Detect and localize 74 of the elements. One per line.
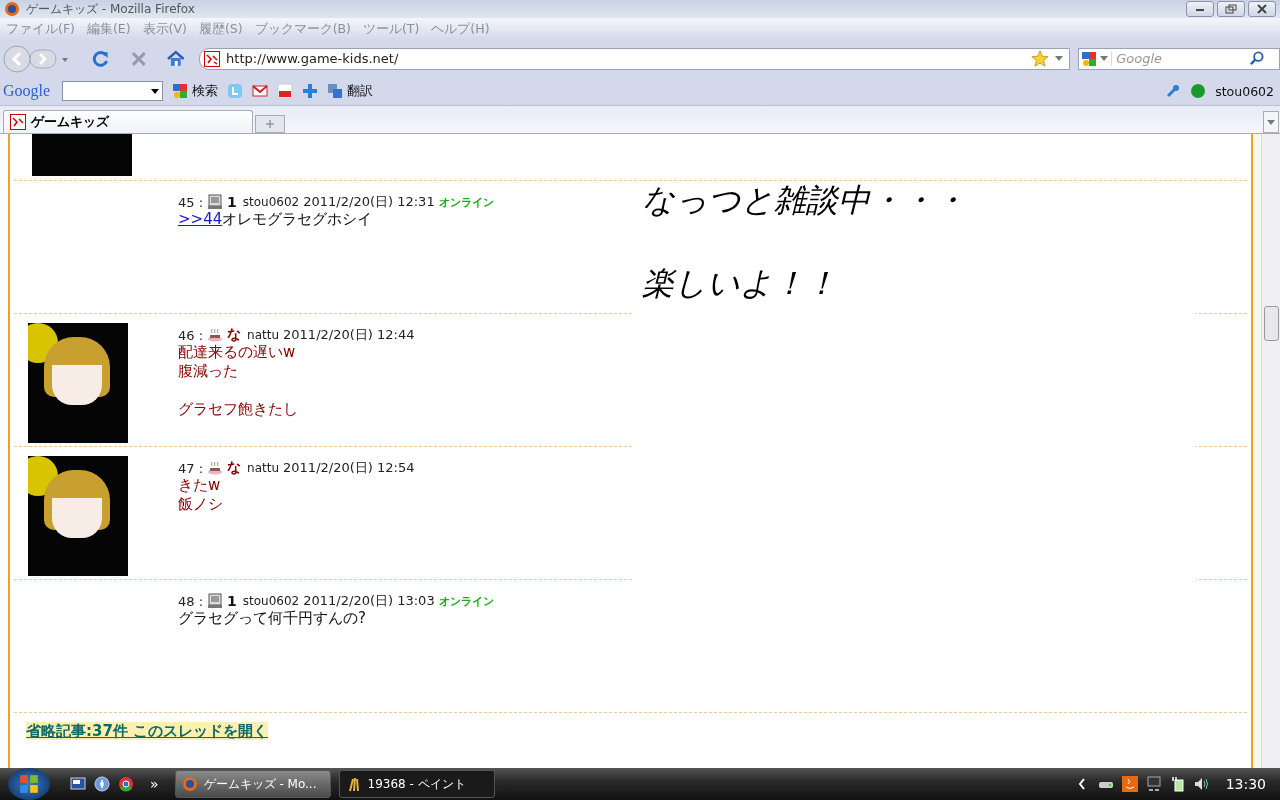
google-logo: Google xyxy=(3,82,51,100)
site-icon xyxy=(10,114,26,130)
computer-icon xyxy=(207,593,224,609)
power-plug-icon[interactable] xyxy=(1169,776,1186,792)
user-name: stou0602 xyxy=(242,594,300,608)
plus-icon[interactable] xyxy=(302,83,319,99)
speaker-icon[interactable] xyxy=(1193,776,1210,792)
user-rank: 1 xyxy=(227,194,237,210)
minimize-button[interactable] xyxy=(1186,1,1214,17)
user-rank: な xyxy=(227,459,242,477)
post-date: 2011/2/20(日) 13:03 xyxy=(303,592,435,610)
online-status: オンライン xyxy=(438,593,494,609)
user-rank: 1 xyxy=(227,593,237,609)
post-message: 配達来るの遅いw 腹減った xyxy=(178,343,297,381)
wrench-icon[interactable] xyxy=(1165,83,1182,99)
post-number: 47 : xyxy=(178,460,204,476)
open-thread-link[interactable]: 省略記事:37件 このスレッドを開く xyxy=(26,722,269,740)
toolbar-search-field[interactable] xyxy=(62,81,164,101)
post-message: きたw 飯ノシ xyxy=(178,476,224,514)
status-dot-icon xyxy=(1190,83,1207,99)
user-name: nattu xyxy=(247,328,280,342)
start-button[interactable] xyxy=(8,768,50,800)
post-date: 2011/2/20(日) 12:44 xyxy=(283,326,415,344)
dropdown-icon[interactable] xyxy=(151,88,160,94)
compass-icon[interactable] xyxy=(94,776,110,792)
restore-button[interactable] xyxy=(1217,1,1245,17)
account-name[interactable]: stou0602 xyxy=(1215,83,1274,99)
computer-icon xyxy=(207,194,224,210)
taskbar-button[interactable]: ゲームキッズ - Mo... xyxy=(174,770,331,798)
user-name: stou0602 xyxy=(242,195,300,209)
clock: 13:30 xyxy=(1225,776,1266,792)
post-date: 2011/2/20(日) 12:31 xyxy=(303,193,435,211)
site-icon xyxy=(204,50,221,67)
overflow-chevron[interactable]: » xyxy=(150,776,159,792)
reload-icon[interactable] xyxy=(91,48,111,69)
post-message: >>44オレモグラセグホシイ xyxy=(178,210,374,229)
taskbar-button[interactable]: 19368 - ペイント xyxy=(338,770,495,798)
post-message: グラセフ飽きたし xyxy=(178,400,299,419)
mail-icon[interactable] xyxy=(252,83,269,99)
search-box[interactable]: Google xyxy=(1078,47,1280,70)
plus-icon xyxy=(266,120,274,128)
translate-button[interactable]: 翻訳 xyxy=(327,82,374,100)
search-icon[interactable] xyxy=(1249,51,1265,66)
overlay-text: なっつと雑談中・・・ xyxy=(642,182,967,218)
translate-icon xyxy=(327,83,344,99)
post-number: 48 : xyxy=(178,593,204,609)
scroll-thumb[interactable] xyxy=(1264,306,1280,341)
steaming-dish-icon xyxy=(207,327,224,343)
reply-link[interactable]: >>44 xyxy=(178,210,223,228)
online-status: オンライン xyxy=(438,194,494,210)
home-icon[interactable] xyxy=(166,48,187,69)
steaming-dish-icon xyxy=(207,460,224,476)
scrollbar[interactable] xyxy=(1261,134,1280,768)
browser-tab[interactable]: ゲームキッズ xyxy=(3,110,253,133)
overlay-text: 楽しいよ！！ xyxy=(642,265,838,301)
post-number: 46 : xyxy=(178,327,204,343)
user-rank: な xyxy=(227,326,242,344)
search-button[interactable]: 検索 xyxy=(172,82,219,100)
close-icon xyxy=(1256,4,1268,14)
dropdown-icon xyxy=(1267,119,1275,125)
post-date: 2011/2/20(日) 12:54 xyxy=(283,459,415,477)
restore-icon xyxy=(1225,4,1237,14)
star-icon[interactable] xyxy=(1031,49,1050,68)
user-name: nattu xyxy=(247,461,280,475)
post-message: グラセグって何千円すんの? xyxy=(178,609,367,628)
tab-list-button[interactable] xyxy=(1263,111,1279,133)
window-title: ゲームキッズ - Mozilla Firefox xyxy=(26,0,196,18)
post-number: 45 : xyxy=(178,194,204,210)
close-button[interactable] xyxy=(1248,1,1276,17)
windows-logo-icon xyxy=(18,773,40,795)
network-icon[interactable] xyxy=(1145,776,1162,792)
url-text: http://www.game-kids.net/ xyxy=(226,51,400,66)
address-bar[interactable]: http://www.game-kids.net/ xyxy=(199,47,1071,70)
desktop-icon[interactable] xyxy=(70,776,86,792)
